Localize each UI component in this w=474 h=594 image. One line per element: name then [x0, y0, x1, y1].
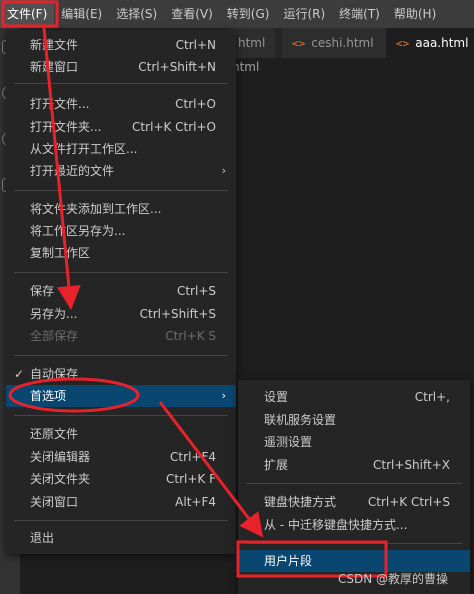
html-file-icon: <> — [396, 37, 410, 50]
menu-item-close-folder[interactable]: 关闭文件夹 Ctrl+K F — [6, 468, 236, 490]
menu-item-migrate-keyboard-shortcuts[interactable]: 从 - 中迁移键盘快捷方式... — [238, 514, 470, 536]
item-shortcut: Ctrl+Shift+S — [139, 307, 216, 321]
item-shortcut: Ctrl+N — [175, 38, 216, 52]
menu-item-new-file[interactable]: 新建文件 Ctrl+N — [6, 34, 236, 56]
item-label: 用户片段 — [264, 554, 313, 568]
menu-item-online-services-settings[interactable]: 联机服务设置 — [238, 409, 470, 431]
menu-item-close-window[interactable]: 关闭窗口 Alt+F4 — [6, 491, 236, 513]
file-menu: 新建文件 Ctrl+N 新建窗口 Ctrl+Shift+N 打开文件... Ctrl+… — [6, 30, 236, 554]
item-label: 还原文件 — [30, 427, 79, 441]
item-label: 将文件夹添加到工作区... — [30, 202, 162, 216]
html-file-icon: <> — [292, 37, 306, 50]
watermark: CSDN @教厚的曹操 — [338, 572, 449, 586]
item-label: 全部保存 — [30, 329, 79, 343]
tab-aaa[interactable]: <>aaa.html× — [386, 28, 474, 58]
menu-item-new-window[interactable]: 新建窗口 Ctrl+Shift+N — [6, 56, 236, 78]
menu-help[interactable]: 帮助(H) — [387, 0, 443, 28]
item-shortcut: Ctrl+K Ctrl+S — [367, 495, 450, 509]
menu-item-open-folder[interactable]: 打开文件夹... Ctrl+K Ctrl+O — [6, 116, 236, 138]
menu-selection[interactable]: 选择(S) — [109, 0, 164, 28]
check-icon: ✓ — [14, 367, 25, 381]
item-label: 保存 — [30, 284, 55, 298]
item-label: 复制工作区 — [30, 246, 91, 260]
menu-item-telemetry-settings[interactable]: 遥测设置 — [238, 431, 470, 453]
item-label: 设置 — [264, 390, 289, 404]
item-shortcut: Ctrl+O — [175, 97, 216, 111]
menu-item-open-file[interactable]: 打开文件... Ctrl+O — [6, 93, 236, 115]
item-label: 打开文件夹... — [30, 120, 102, 134]
item-label: 退出 — [30, 531, 55, 545]
item-label: 从文件打开工作区... — [30, 142, 138, 156]
menu-item-keyboard-shortcuts[interactable]: 键盘快捷方式 Ctrl+K Ctrl+S — [238, 491, 470, 513]
menu-item-duplicate-workspace[interactable]: 复制工作区 — [6, 242, 236, 264]
menu-item-save-all: 全部保存 Ctrl+K S — [6, 325, 236, 347]
menu-separator — [14, 415, 228, 416]
item-label: 扩展 — [264, 458, 289, 472]
item-label: 关闭编辑器 — [30, 450, 91, 464]
item-label: 自动保存 — [30, 367, 79, 381]
menu-edit[interactable]: 编辑(E) — [54, 0, 109, 28]
menu-item-auto-save[interactable]: ✓ 自动保存 — [6, 363, 236, 385]
menu-item-save[interactable]: 保存 Ctrl+S — [6, 280, 236, 302]
item-shortcut: Ctrl+K Ctrl+O — [132, 120, 216, 134]
breadcrumb[interactable]: html — [232, 60, 259, 74]
item-label: 首选项 — [30, 389, 67, 403]
menu-item-save-as[interactable]: 另存为... Ctrl+Shift+S — [6, 303, 236, 325]
item-shortcut: Ctrl+Shift+X — [373, 458, 450, 472]
menu-item-revert-file[interactable]: 还原文件 — [6, 423, 236, 445]
item-label: 打开最近的文件 — [30, 164, 115, 178]
item-shortcut: Ctrl+S — [176, 284, 216, 298]
menu-item-preferences[interactable]: 首选项 › — [6, 385, 236, 407]
item-label: 打开文件... — [30, 97, 90, 111]
menu-separator — [14, 272, 228, 273]
menu-item-settings[interactable]: 设置 Ctrl+, — [238, 386, 470, 408]
menu-separator — [14, 355, 228, 356]
item-label: 新建窗口 — [30, 60, 79, 74]
item-label: 联机服务设置 — [264, 413, 337, 427]
menu-item-user-snippets[interactable]: 用户片段 — [238, 550, 470, 572]
chevron-right-icon: › — [221, 164, 226, 177]
item-label: 关闭文件夹 — [30, 472, 91, 486]
item-shortcut: Ctrl+K F — [166, 472, 216, 486]
item-label: 关闭窗口 — [30, 495, 79, 509]
item-label: 新建文件 — [30, 38, 79, 52]
menu-separator — [14, 190, 228, 191]
menu-separator — [246, 543, 462, 544]
item-shortcut: Alt+F4 — [175, 495, 216, 509]
item-shortcut: Ctrl+, — [414, 390, 450, 404]
tab-label: ceshi.html — [311, 36, 374, 50]
preferences-submenu: 设置 Ctrl+, 联机服务设置 遥测设置 扩展 Ctrl+Shift+X 键盘快捷… — [238, 380, 470, 594]
item-shortcut: Ctrl+F4 — [170, 450, 216, 464]
tab-label: html — [238, 36, 266, 50]
item-label: 从 - 中迁移键盘快捷方式... — [264, 518, 408, 532]
menu-item-add-folder-to-workspace[interactable]: 将文件夹添加到工作区... — [6, 198, 236, 220]
item-label: 遥测设置 — [264, 435, 313, 449]
item-label: 键盘快捷方式 — [264, 495, 337, 509]
menu-go[interactable]: 转到(G) — [220, 0, 277, 28]
menu-item-open-recent[interactable]: 打开最近的文件 › — [6, 160, 236, 182]
menu-item-open-workspace[interactable]: 从文件打开工作区... — [6, 138, 236, 160]
menu-run[interactable]: 运行(R) — [276, 0, 332, 28]
menu-item-extensions[interactable]: 扩展 Ctrl+Shift+X — [238, 454, 470, 476]
item-label: 将工作区另存为... — [30, 224, 126, 238]
item-shortcut: Ctrl+K S — [165, 329, 216, 343]
item-shortcut: Ctrl+Shift+N — [138, 60, 216, 74]
menu-terminal[interactable]: 终端(T) — [332, 0, 387, 28]
menu-file[interactable]: 文件(F) — [0, 0, 55, 28]
item-label: 另存为... — [30, 307, 78, 321]
tab-label: aaa.html — [415, 36, 469, 50]
menu-view[interactable]: 查看(V) — [164, 0, 220, 28]
menu-item-save-workspace-as[interactable]: 将工作区另存为... — [6, 220, 236, 242]
menu-separator — [246, 483, 462, 484]
menu-item-close-editor[interactable]: 关闭编辑器 Ctrl+F4 — [6, 446, 236, 468]
menubar: 文件(F) 编辑(E) 选择(S) 查看(V) 转到(G) 运行(R) 终端(T… — [0, 0, 474, 28]
menu-item-exit[interactable]: 退出 — [6, 527, 236, 549]
menu-separator — [14, 83, 228, 84]
chevron-right-icon: › — [221, 389, 226, 402]
menu-separator — [14, 520, 228, 521]
